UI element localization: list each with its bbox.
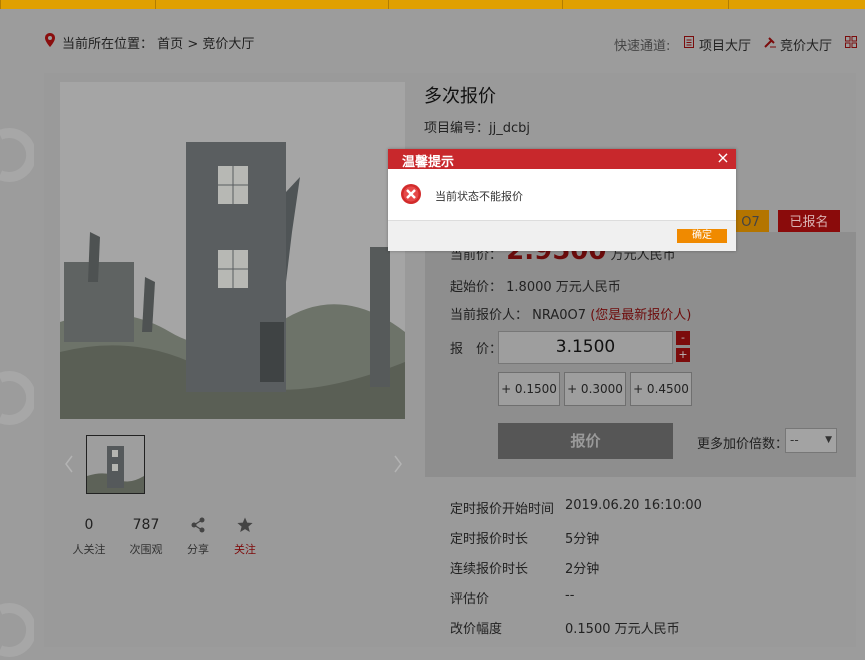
share-icon: [191, 517, 205, 533]
dialog-title: 温馨提示: [402, 155, 455, 170]
dialog-header: 温馨提示 ×: [388, 149, 736, 170]
confirm-button[interactable]: 确定: [677, 229, 727, 243]
main-project-image: [60, 82, 405, 419]
thumbnail-image[interactable]: [86, 435, 145, 494]
share-label: 分享: [187, 543, 209, 556]
current-bidder-value: NRA0O7: [532, 308, 587, 323]
info-label: 定时报价开始时间: [450, 502, 555, 517]
multiple-select-value: --: [790, 433, 799, 447]
info-label: 定时报价时长: [450, 532, 529, 547]
bid-price-label: 报 价：: [450, 342, 503, 357]
thumb-prev-button[interactable]: [60, 434, 78, 494]
watermark-logo-icon: [0, 128, 34, 182]
quick-link-bidding-hall[interactable]: 竞价大厅: [780, 35, 832, 54]
info-value: 2分钟: [565, 562, 600, 577]
quick-access-label: 快速通道:: [614, 39, 671, 54]
start-price-label: 起始价：: [450, 280, 503, 295]
breadcrumb-label: 当前所在位置：: [62, 37, 154, 52]
project-code: 项目编号：jj_dcbj: [424, 121, 531, 136]
error-icon: [401, 184, 421, 204]
share-button[interactable]: 分享: [183, 517, 213, 557]
chevron-right-icon: [394, 455, 402, 473]
start-price-value: 1.8000 万元人民币: [506, 280, 621, 295]
quick-link-project-hall[interactable]: 项目大厅: [699, 35, 751, 54]
price-increment-button[interactable]: +: [676, 348, 690, 362]
project-title: 多次报价: [424, 86, 496, 107]
start-price-row: 起始价： 1.8000 万元人民币: [450, 276, 621, 295]
dialog-message: 当前状态不能报价: [435, 190, 523, 203]
breadcrumb: 当前所在位置： 首页 > 竞价大厅: [62, 33, 254, 52]
watermark-logo-icon: [0, 371, 34, 425]
document-icon: [684, 36, 694, 48]
current-bidder-row: 当前报价人： NRA0O7 (您是最新报价人): [450, 304, 691, 323]
increment-button-3[interactable]: + 0.4500: [630, 372, 692, 406]
dialog-footer: 确定: [388, 220, 736, 251]
followers-stat: 0 人关注: [70, 517, 108, 557]
increment-button-1[interactable]: + 0.1500: [498, 372, 560, 406]
followers-count: 0: [84, 517, 94, 533]
increment-button-2[interactable]: + 0.3000: [564, 372, 626, 406]
location-pin-icon: [45, 33, 55, 47]
breadcrumb-separator: >: [187, 37, 199, 52]
breadcrumb-home-link[interactable]: 首页: [157, 37, 183, 52]
close-icon[interactable]: ×: [716, 150, 730, 166]
top-nav-bar: [0, 0, 865, 9]
info-value: --: [565, 588, 575, 603]
thumb-next-button[interactable]: [389, 434, 407, 494]
gavel-icon: [764, 37, 776, 48]
info-label: 改价幅度: [450, 622, 503, 637]
views-stat: 787 次围观: [126, 517, 166, 557]
follow-label: 关注: [234, 543, 256, 556]
multiple-label: 更多加价倍数：: [697, 437, 789, 452]
multiple-select[interactable]: -- ▼: [785, 428, 837, 453]
followers-label: 人关注: [72, 543, 106, 556]
views-count: 787: [132, 517, 160, 533]
grid-icon: [845, 36, 857, 48]
dialog-body: 当前状态不能报价: [388, 169, 736, 220]
watermark-logo-icon: [0, 603, 34, 657]
current-bidder-label: 当前报价人：: [450, 308, 529, 323]
info-label: 评估价: [450, 592, 490, 607]
views-label: 次围观: [129, 543, 163, 556]
submit-bid-button[interactable]: 报价: [498, 423, 673, 459]
info-value: 5分钟: [565, 532, 600, 547]
chevron-left-icon: [65, 455, 73, 473]
info-value: 2019.06.20 16:10:00: [565, 498, 702, 513]
bid-price-input[interactable]: 3.1500: [498, 331, 673, 364]
caret-down-icon: ▼: [825, 435, 832, 445]
info-label: 连续报价时长: [450, 562, 529, 577]
follow-button[interactable]: 关注: [230, 517, 260, 557]
star-icon: [237, 517, 253, 532]
breadcrumb-current[interactable]: 竞价大厅: [202, 37, 254, 52]
breadcrumb-row: 当前所在位置： 首页 > 竞价大厅 快速通道: 项目大厅 竞价大厅: [0, 9, 865, 73]
current-bidder-note: (您是最新报价人): [590, 308, 692, 323]
info-value: 0.1500 万元人民币: [565, 622, 680, 637]
alert-dialog: 温馨提示 × 当前状态不能报价 确定: [388, 149, 736, 251]
price-decrement-button[interactable]: -: [676, 331, 690, 345]
